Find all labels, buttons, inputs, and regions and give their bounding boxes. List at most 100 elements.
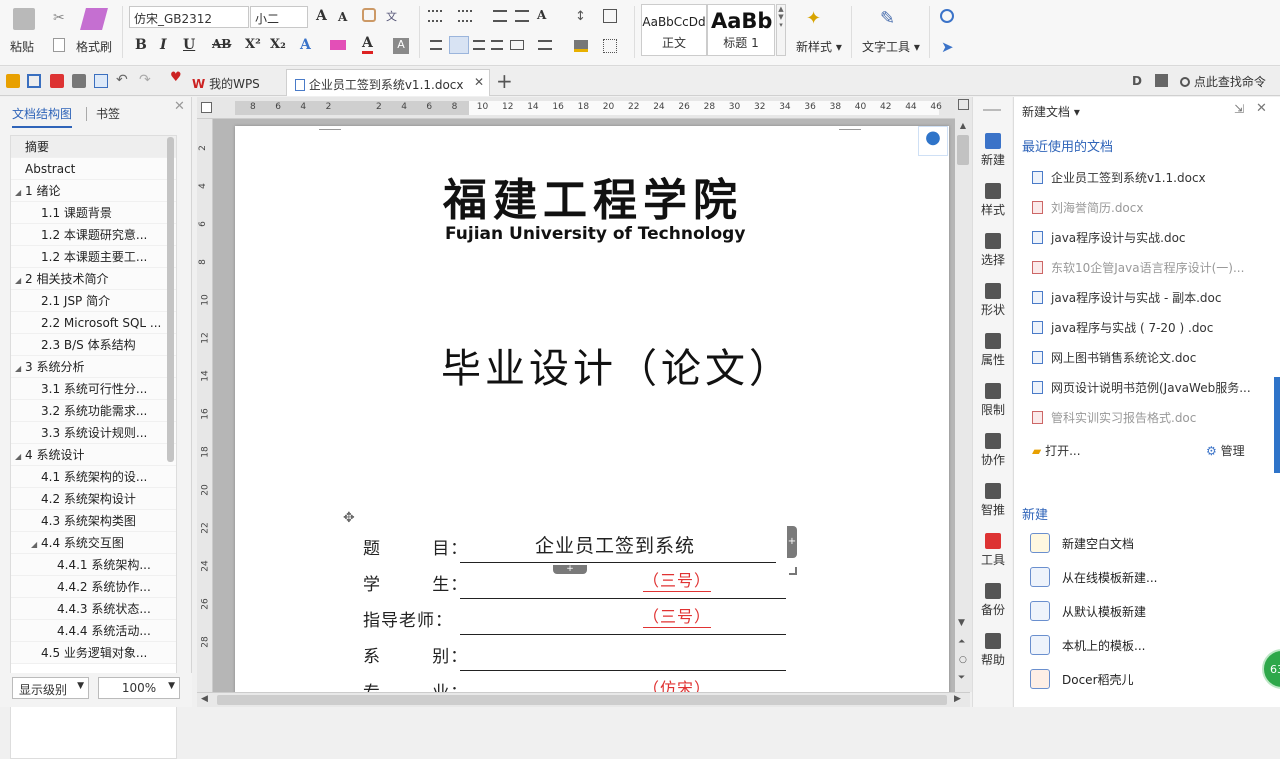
- justify-icon[interactable]: [491, 40, 503, 50]
- char-shading-icon[interactable]: A: [393, 38, 409, 54]
- outline-item[interactable]: ◢ 3 系统分析: [11, 356, 176, 378]
- align-left-icon[interactable]: [430, 40, 442, 50]
- document-page[interactable]: ● 福建工程学院 Fujian University of Technology…: [235, 126, 949, 692]
- outline-item[interactable]: 4.5 业务逻辑对象...: [11, 642, 176, 664]
- new-tab-icon[interactable]: +: [496, 69, 513, 93]
- bold-icon[interactable]: B: [135, 37, 147, 53]
- outline-item[interactable]: Abstract: [11, 158, 176, 180]
- style-heading1[interactable]: AaBb 标题 1: [707, 4, 775, 56]
- bullets-icon[interactable]: [428, 10, 442, 22]
- underline-icon[interactable]: U: [183, 37, 195, 53]
- pdf-icon[interactable]: [50, 74, 64, 88]
- outline-item[interactable]: 2.1 JSP 简介: [11, 290, 176, 312]
- pane-collapse-handle[interactable]: [1274, 377, 1280, 473]
- new-style-icon[interactable]: ✦: [806, 8, 828, 30]
- save-icon[interactable]: [27, 74, 41, 88]
- collab-icon[interactable]: D: [1132, 74, 1142, 88]
- collapse-triangle-icon[interactable]: ◢: [15, 446, 25, 465]
- styles-scroll[interactable]: ▲ ▼ ▾: [776, 4, 786, 56]
- new-option[interactable]: 从默认模板新建: [1030, 601, 1146, 621]
- badge-counter[interactable]: 63: [1262, 649, 1280, 689]
- table-move-icon[interactable]: ✥: [343, 510, 355, 526]
- document-canvas[interactable]: ● 福建工程学院 Fujian University of Technology…: [213, 119, 955, 692]
- text-effect-icon[interactable]: A: [300, 37, 311, 53]
- field-value[interactable]: （仿宋）: [643, 675, 711, 692]
- outline-item[interactable]: 2.2 Microsoft SQL ...: [11, 312, 176, 334]
- outline-item[interactable]: ◢ 4 系统设计: [11, 444, 176, 466]
- change-case-icon[interactable]: A: [537, 8, 546, 22]
- recent-document[interactable]: java程序设计与实战 - 副本.doc: [1032, 289, 1221, 306]
- outline-item[interactable]: 1.2 本课题主要工...: [11, 246, 176, 268]
- outline-item[interactable]: 4.1 系统架构的设...: [11, 466, 176, 488]
- recent-document[interactable]: 东软10企管Java语言程序设计(一)...: [1032, 259, 1244, 276]
- outline-item[interactable]: ◢ 2 相关技术简介: [11, 268, 176, 290]
- recent-document[interactable]: java程序设计与实战.doc: [1032, 229, 1186, 246]
- dock-icon[interactable]: ⇲: [1234, 102, 1244, 116]
- font-color-icon[interactable]: A: [362, 35, 373, 54]
- scroll-thumb[interactable]: [957, 135, 969, 165]
- shrink-font-icon[interactable]: A: [338, 10, 347, 24]
- outline-item[interactable]: 4.4.4 系统活动...: [11, 620, 176, 642]
- recent-document[interactable]: 企业员工签到系统v1.1.docx: [1032, 169, 1206, 186]
- tab-stop-icon[interactable]: [201, 102, 212, 113]
- font-size-select[interactable]: 小二: [250, 6, 308, 28]
- strikethrough-icon[interactable]: AB: [212, 37, 231, 51]
- print-preview-icon[interactable]: [94, 74, 108, 88]
- side-tool-button[interactable]: 工具: [973, 533, 1013, 568]
- next-page-icon[interactable]: ⏷: [958, 673, 965, 683]
- paste-button[interactable]: 粘贴: [10, 38, 34, 55]
- outline-item[interactable]: 4.2 系统架构设计: [11, 488, 176, 510]
- location-pin-icon[interactable]: ●: [918, 126, 948, 156]
- field-value[interactable]: （三号）: [643, 603, 712, 628]
- align-right-icon[interactable]: [473, 40, 485, 50]
- horizontal-scrollbar[interactable]: ◀ ▶: [197, 692, 970, 707]
- superscript-icon[interactable]: X²: [245, 37, 261, 52]
- side-tool-button[interactable]: 限制: [973, 383, 1013, 418]
- show-level-select[interactable]: 显示级别 ▼: [12, 677, 89, 699]
- select-browse-icon[interactable]: ○: [959, 655, 967, 665]
- close-pane-icon[interactable]: ✕: [1256, 101, 1267, 116]
- numbering-icon[interactable]: [458, 10, 472, 22]
- side-tool-button[interactable]: 帮助: [973, 633, 1013, 668]
- shading-icon[interactable]: [574, 40, 588, 52]
- line-spacing-icon[interactable]: [538, 40, 552, 50]
- outline-item[interactable]: ◢ 1 绪论: [11, 180, 176, 202]
- side-tool-button[interactable]: 新建: [973, 133, 1013, 168]
- undo-icon[interactable]: ↶: [116, 72, 128, 88]
- resize-table-icon[interactable]: [789, 567, 797, 575]
- vertical-ruler[interactable]: 2 4 6 8 10 12 14 16 18 20 22 24 26 28: [197, 119, 213, 692]
- highlight-icon[interactable]: [330, 40, 346, 50]
- tab-document[interactable]: 企业员工签到系统v1.1.docx ✕: [286, 69, 490, 96]
- redo-icon[interactable]: ↷: [139, 72, 151, 88]
- outline-item[interactable]: 4.4.1 系统架构...: [11, 554, 176, 576]
- field-value[interactable]: 企业员工签到系统: [535, 531, 695, 558]
- field-value[interactable]: （三号）: [643, 567, 712, 592]
- new-option[interactable]: 从在线模板新建...: [1030, 567, 1157, 587]
- recent-document[interactable]: 管科实训实习报告格式.doc: [1032, 409, 1196, 426]
- align-center-icon[interactable]: [449, 36, 469, 54]
- copy-icon[interactable]: [53, 38, 65, 52]
- outline-item[interactable]: 3.3 系统设计规则...: [11, 422, 176, 444]
- new-option[interactable]: 新建空白文档: [1030, 533, 1134, 553]
- recent-document[interactable]: 网页设计说明书范例(JavaWeb服务...: [1032, 379, 1251, 396]
- recent-document[interactable]: 网上图书销售系统论文.doc: [1032, 349, 1196, 366]
- increase-indent-icon[interactable]: [515, 10, 529, 22]
- outline-item[interactable]: 1.2 本课题研究意...: [11, 224, 176, 246]
- table-icon[interactable]: [603, 9, 617, 23]
- outline-item[interactable]: 3.1 系统可行性分...: [11, 378, 176, 400]
- outline-scrollbar[interactable]: [167, 137, 174, 462]
- side-tool-button[interactable]: 协作: [973, 433, 1013, 468]
- font-name-select[interactable]: 仿宋_GB2312: [129, 6, 249, 28]
- new-option[interactable]: 本机上的模板...: [1030, 635, 1145, 655]
- share-icon[interactable]: [1155, 74, 1168, 87]
- vertical-scrollbar[interactable]: ▲ ▼ ⏶ ○ ⏷: [955, 97, 972, 692]
- outline-item[interactable]: 4.3 系统架构类图: [11, 510, 176, 532]
- collapse-triangle-icon[interactable]: ◢: [15, 270, 25, 289]
- close-tab-icon[interactable]: ✕: [474, 75, 484, 89]
- tab-bookmark[interactable]: 书签: [96, 105, 120, 122]
- side-tool-button[interactable]: 选择: [973, 233, 1013, 268]
- side-tool-button[interactable]: 形状: [973, 283, 1013, 318]
- side-tool-button[interactable]: 属性: [973, 333, 1013, 368]
- text-tools-icon[interactable]: ✎: [880, 8, 902, 30]
- distribute-icon[interactable]: [510, 40, 524, 50]
